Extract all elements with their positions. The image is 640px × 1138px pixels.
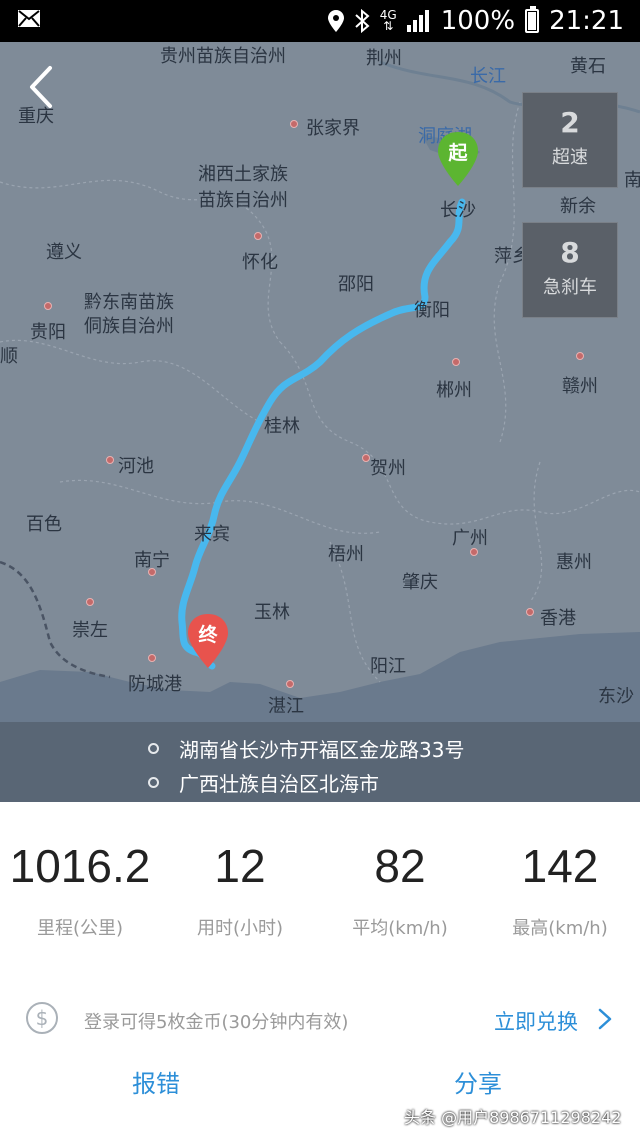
location-icon [327,10,344,32]
clock: 21:21 [549,6,624,36]
coin-promo[interactable]: $ 登录可得5枚金币(30分钟内有效) 立即兑换 [0,996,640,1044]
watermark: 头条 @用户8986711298242 [404,1108,622,1127]
hard-brake-badge[interactable]: 8 急刹车 [522,222,618,318]
end-marker-label: 终 [198,624,218,646]
report-error-button[interactable]: 报错 [132,1064,180,1099]
route-summary: 湖南省长沙市开福区金龙路33号 广西壮族自治区北海市 [0,722,640,802]
city-label: 河池 [118,456,154,477]
start-address-row: 湖南省长沙市开福区金龙路33号 [148,734,464,763]
city-dot [470,548,478,556]
city-label: 赣州 [562,376,598,397]
network-type: 4G ⇅ [379,8,397,33]
city-label: 长沙 [440,200,476,221]
speeding-count: 2 [560,106,580,139]
trip-stats: 1016.2 里程(公里) 12 用时(小时) 82 平均(km/h) 142 … [0,836,640,946]
back-arrow-icon[interactable] [22,64,62,110]
battery-percent: 100% [440,6,516,36]
stat-label: 平均(km/h) [352,918,448,939]
stat-distance: 1016.2 里程(公里) [0,836,160,940]
city-dot [148,568,156,576]
end-marker[interactable]: 终 [186,614,230,670]
city-label: 长江 [470,66,506,87]
city-label: 苗族自治州 [198,190,288,211]
stat-label: 最高(km/h) [512,918,608,939]
city-dot [526,608,534,616]
city-dot [286,680,294,688]
speeding-label: 超速 [552,147,588,168]
city-dot [148,654,156,662]
city-label: 贵州苗族自治州 [160,46,286,67]
city-label: 怀化 [242,252,278,273]
route-map[interactable]: 贵州苗族自治州 荆州 黄石 重庆 长江 张家界 洞庭湖 湘西土家族 苗族自治州 … [0,42,640,802]
city-label: 百色 [26,514,62,535]
city-dot [44,302,52,310]
city-label: 贵阳 [30,322,66,343]
start-marker[interactable]: 起 [436,132,480,188]
status-bar: 4G ⇅ 100% 21:21 [0,0,640,42]
city-dot [290,120,298,128]
start-marker-label: 起 [448,142,468,164]
battery-icon [525,6,540,33]
speeding-badge[interactable]: 2 超速 [522,92,618,188]
city-label: 崇左 [72,620,108,641]
stat-average-speed: 82 平均(km/h) [320,836,480,940]
city-label: 邵阳 [338,274,374,295]
stat-value: 12 [214,840,266,892]
city-label: 防城港 [128,674,182,695]
city-label: 顺 [0,346,18,367]
city-dot [254,232,262,240]
city-label: 梧州 [328,544,364,565]
signal-icon [406,10,429,32]
city-label: 桂林 [264,416,300,437]
end-address: 广西壮族自治区北海市 [179,772,379,796]
city-label: 新余 [560,196,596,217]
chevron-right-icon[interactable] [598,1008,612,1030]
stat-value: 142 [521,840,599,892]
city-label: 惠州 [556,552,592,573]
city-label: 香港 [540,608,576,629]
city-label: 阳江 [370,656,406,677]
stat-duration: 12 用时(小时) [160,836,320,940]
mail-icon [18,10,40,27]
city-label: 南 [624,170,640,191]
share-button[interactable]: 分享 [454,1064,502,1099]
city-dot [452,358,460,366]
stat-label: 里程(公里) [36,918,124,939]
end-address-row: 广西壮族自治区北海市 [148,768,379,797]
dollar-coin-icon: $ [26,1002,58,1034]
city-label: 广州 [452,528,488,549]
city-dot [576,352,584,360]
city-label: 肇庆 [402,572,438,593]
start-dot-icon [148,743,159,754]
coin-promo-text: 登录可得5枚金币(30分钟内有效) [84,1012,349,1033]
city-label: 遵义 [46,242,82,263]
end-dot-icon [148,777,159,788]
city-label: 黄石 [570,56,606,77]
city-dot [362,454,370,462]
city-label: 荆州 [366,48,402,69]
city-label: 贺州 [370,458,406,479]
stat-value: 82 [374,840,426,892]
city-label: 玉林 [254,602,290,623]
hard-brake-count: 8 [560,236,580,269]
city-label: 郴州 [436,380,472,401]
stat-label: 用时(小时) [196,918,284,939]
city-label: 黔东南苗族 [84,292,174,313]
hard-brake-label: 急刹车 [543,277,597,298]
city-label: 侗族自治州 [84,316,174,337]
exchange-now-link[interactable]: 立即兑换 [494,1006,578,1036]
stat-value: 1016.2 [9,840,151,892]
city-dot [86,598,94,606]
city-label: 来宾 [194,524,230,545]
city-label: 张家界 [306,118,360,139]
city-label: 湛江 [268,696,304,717]
city-label: 东沙 [598,686,634,707]
city-dot [106,456,114,464]
start-address: 湖南省长沙市开福区金龙路33号 [179,738,465,762]
bluetooth-icon [355,9,370,33]
city-label: 衡阳 [414,300,450,321]
city-label: 湘西土家族 [198,164,288,185]
stat-max-speed: 142 最高(km/h) [480,836,640,940]
